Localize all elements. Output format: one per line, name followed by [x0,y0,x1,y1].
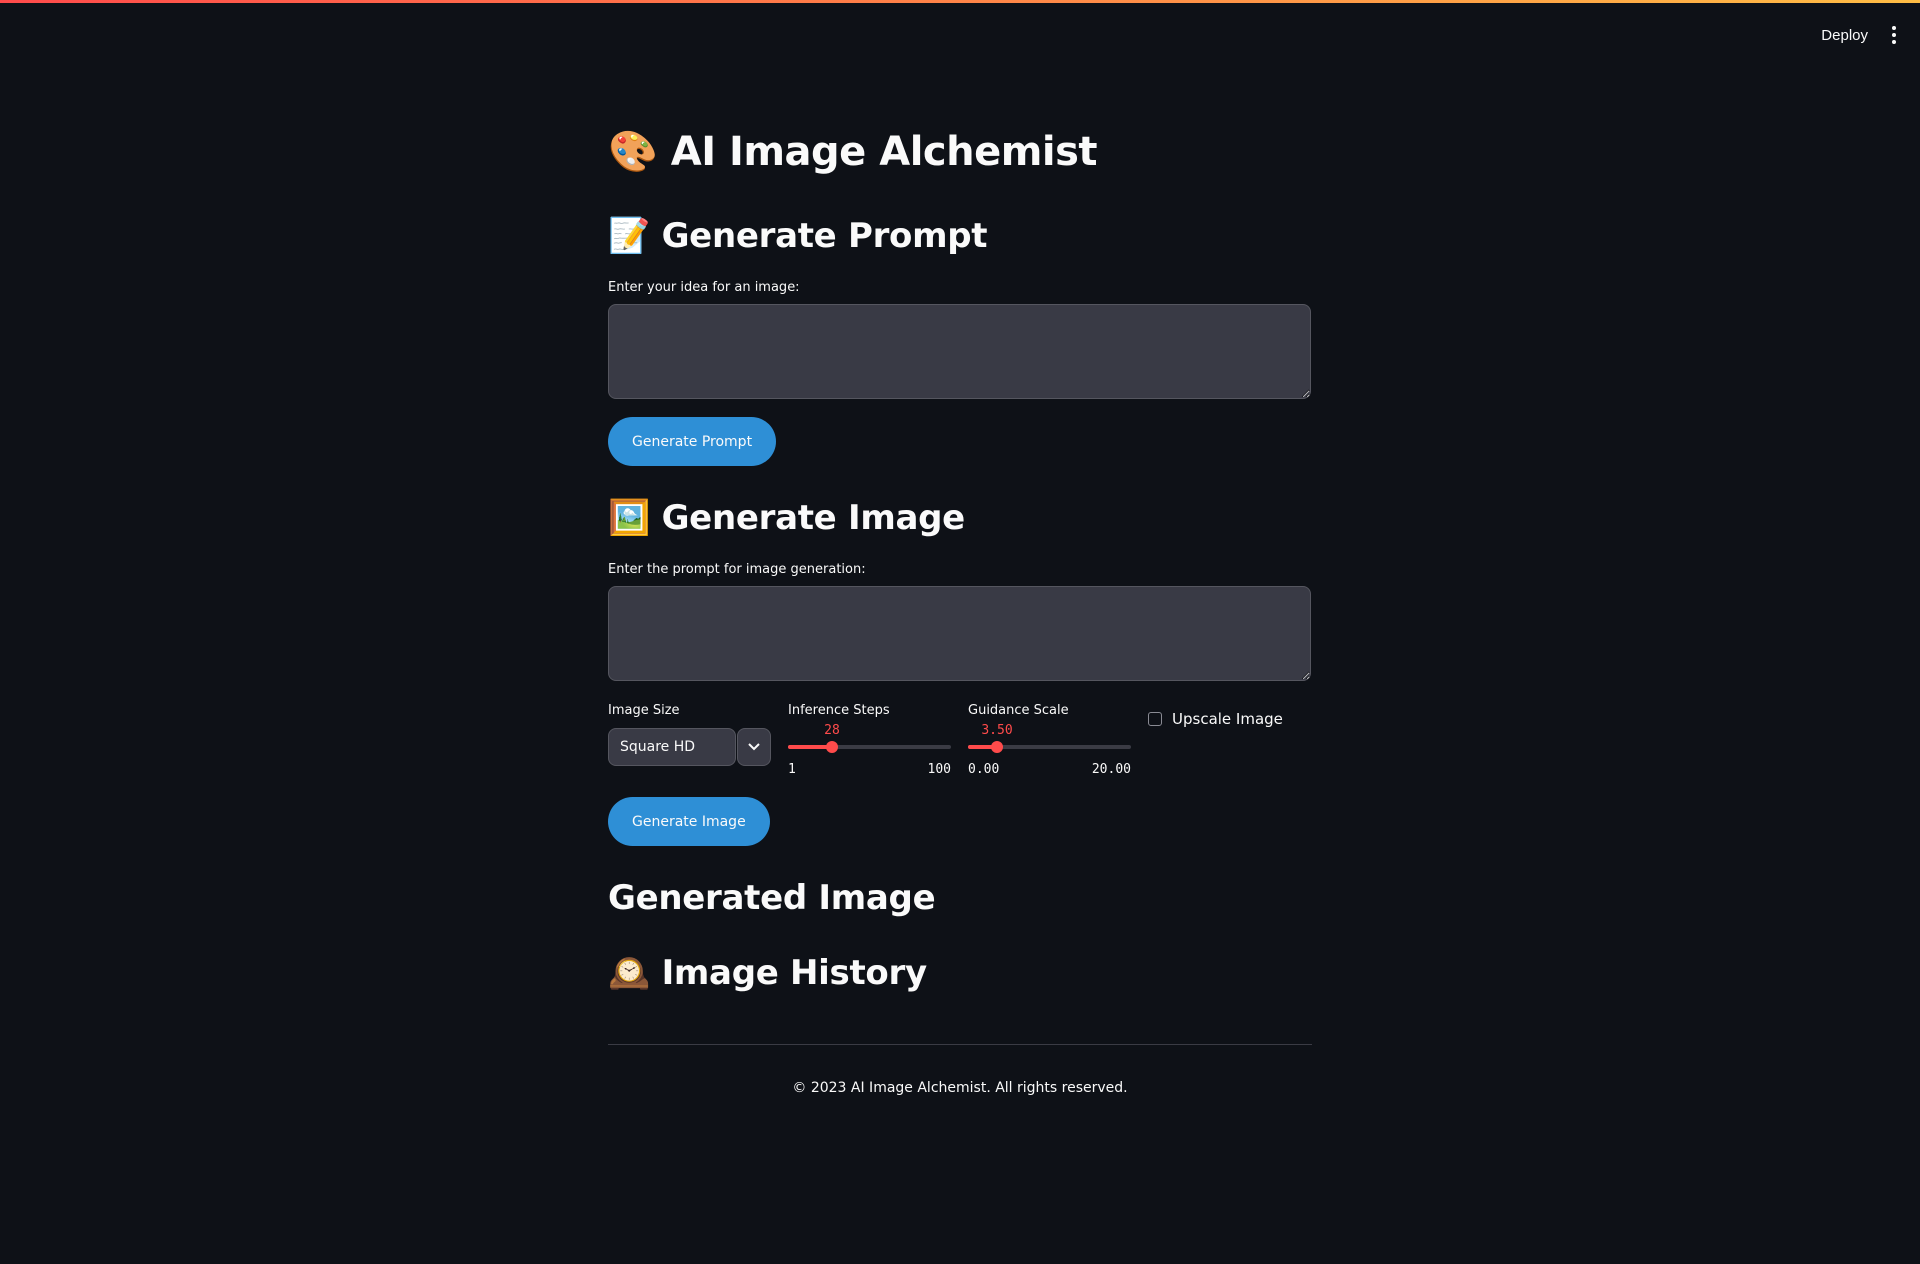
image-history-heading: 🕰️ Image History [608,953,927,993]
generated-image-heading: Generated Image [608,878,936,918]
page-title: 🎨 AI Image Alchemist [608,129,1098,175]
idea-textarea[interactable] [608,304,1311,399]
image-size-select[interactable]: Square HD [608,728,771,766]
image-size-label: Image Size [608,703,680,718]
slider-thumb[interactable] [991,741,1003,753]
image-size-selected[interactable]: Square HD [608,728,736,766]
idea-input-label: Enter your idea for an image: [608,280,800,295]
upscale-label[interactable]: Upscale Image [1172,710,1283,728]
slider-min-label: 1 [788,762,796,777]
kebab-menu-icon[interactable] [1890,22,1898,48]
slider-max-label: 100 [927,762,951,777]
deploy-button[interactable]: Deploy [1821,27,1868,44]
guidance-scale-value: 3.50 [981,723,1013,738]
upscale-checkbox[interactable] [1148,712,1162,726]
footer-text: © 2023 AI Image Alchemist. All rights re… [792,1080,1128,1096]
footer-divider [608,1044,1312,1045]
slider-max-label: 20.00 [1091,762,1131,777]
inference-steps-slider[interactable]: 28 1 100 [788,710,951,780]
upscale-checkbox-row[interactable]: Upscale Image [1148,710,1283,728]
inference-steps-value: 28 [824,723,840,738]
generate-prompt-button[interactable]: Generate Prompt [608,417,777,466]
slider-thumb[interactable] [826,741,838,753]
prompt-input-label: Enter the prompt for image generation: [608,562,866,577]
slider-min-label: 0.00 [968,762,1000,777]
guidance-scale-slider[interactable]: 3.50 0.00 20.00 [968,710,1131,780]
generate-prompt-heading: 📝 Generate Prompt [608,216,988,256]
prompt-textarea[interactable] [608,586,1311,681]
generate-image-button[interactable]: Generate Image [608,797,770,846]
app-header-actions: Deploy [1821,22,1898,48]
chevron-down-icon[interactable] [737,728,771,766]
top-decoration-bar [0,0,1920,3]
generate-image-heading: 🖼️ Generate Image [608,498,965,538]
